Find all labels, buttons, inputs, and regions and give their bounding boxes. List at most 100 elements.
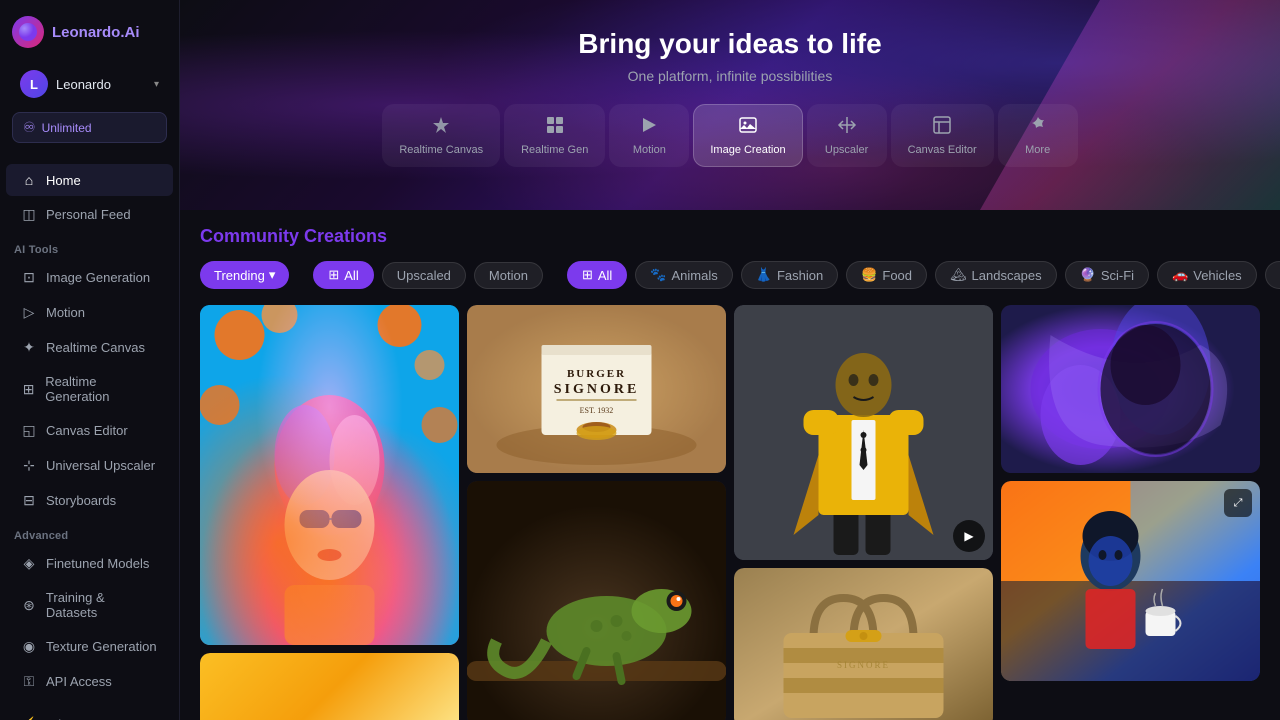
unlimited-button[interactable]: ♾ Unlimited [12,112,167,143]
content-area: Community Creations Trending ▾ ⊞ All Ups… [180,210,1280,720]
filter-label: Vehicles [1193,268,1241,283]
image-grid: BURGER SIGNORE EST. 1932 [200,305,1260,720]
sidebar-item-label: Canvas Editor [46,423,128,438]
image-card-abstract-blue[interactable] [1001,305,1260,473]
sidebar-item-label: Storyboards [46,493,116,508]
sidebar-item-label: Training & Datasets [46,590,159,620]
sidebar-item-personal-feed[interactable]: ◫ Personal Feed [6,198,173,231]
sidebar-item-label: Finetuned Models [46,556,149,571]
filter-food[interactable]: 🍔 Food [846,261,927,289]
filter-upscaled[interactable]: Upscaled [382,262,466,289]
sidebar-item-label: Realtime Canvas [46,340,145,355]
chevron-down-icon: ▾ [154,79,159,90]
filter-scifi[interactable]: 🔮 Sci-Fi [1065,261,1149,289]
tab-image-creation[interactable]: Image Creation [693,104,802,167]
all2-icon: ⊞ [582,267,593,283]
tab-label: Realtime Canvas [399,144,483,156]
user-menu[interactable]: L Leonardo ▾ [8,64,171,104]
filter-vehicles[interactable]: 🚗 Vehicles [1157,261,1257,289]
tab-label: Realtime Gen [521,144,588,156]
filter-all-first[interactable]: ⊞ All [313,261,373,289]
logo[interactable]: Leonardo.Ai [0,0,179,64]
filter-label: All [344,268,358,283]
tab-motion[interactable]: Motion [609,104,689,167]
tab-label: More [1025,144,1050,156]
hero-subtitle: One platform, infinite possibilities [628,68,833,84]
community-title-highlight: Community [200,226,299,246]
tab-upscaler[interactable]: Upscaler [807,104,887,167]
chevron-down-icon: ▾ [269,267,276,283]
tab-label: Upscaler [825,144,868,156]
sidebar-item-canvas-editor[interactable]: ◱ Canvas Editor [6,414,173,447]
sidebar-item-realtime-canvas[interactable]: ✦ Realtime Canvas [6,331,173,364]
scifi-icon: 🔮 [1080,267,1096,283]
sidebar-item-label: Home [46,173,81,188]
motion-icon: ▷ [20,304,38,321]
filter-label: Landscapes [972,268,1042,283]
sidebar-item-finetuned-models[interactable]: ◈ Finetuned Models [6,547,173,580]
filter-label: Food [882,268,912,283]
tab-realtime-gen[interactable]: Realtime Gen [504,104,605,167]
tab-canvas-editor[interactable]: Canvas Editor [891,104,994,167]
upscaler-tab-icon [837,115,857,140]
image-card-bottom1[interactable] [200,653,459,720]
sidebar-item-image-generation[interactable]: ⊡ Image Generation [6,261,173,294]
realtime-canvas-icon: ✦ [20,339,38,356]
filter-label: Motion [489,268,528,283]
main-content: Bring your ideas to life One platform, i… [180,0,1280,720]
animals-icon: 🐾 [650,267,666,283]
image-card-chameleon[interactable] [467,481,726,720]
filter-motion[interactable]: Motion [474,262,543,289]
sidebar-item-training-datasets[interactable]: ⊛ Training & Datasets [6,582,173,628]
sidebar-item-label: Image Generation [46,270,150,285]
sidebar-item-whats-new[interactable]: ⚡ What's New [6,708,173,720]
filter-label: Animals [672,268,718,283]
sidebar-item-label: Realtime Generation [45,374,159,404]
fashion-icon: 👗 [756,267,772,283]
image-card-colorful-woman[interactable] [200,305,459,645]
tool-tabs: Realtime Canvas Realtime Gen [382,104,1077,167]
filter-landscapes[interactable]: 🏔 Landscapes [935,261,1057,289]
filter-label: All [598,268,612,283]
sidebar-item-motion[interactable]: ▷ Motion [6,296,173,329]
sidebar: Leonardo.Ai L Leonardo ▾ ♾ Unlimited ⌂ H… [0,0,180,720]
trending-dropdown[interactable]: Trending ▾ [200,261,289,289]
finetuned-icon: ◈ [20,555,38,572]
hero-title: Bring your ideas to life [578,28,881,60]
sidebar-item-universal-upscaler[interactable]: ⊹ Universal Upscaler [6,449,173,482]
sidebar-item-storyboards[interactable]: ⊟ Storyboards [6,484,173,517]
image-generation-icon: ⊡ [20,269,38,286]
realtime-gen-tab-icon [545,115,565,140]
username: Leonardo [56,77,146,92]
landscapes-icon: 🏔 [950,267,967,283]
filter-all-second[interactable]: ⊞ All [567,261,627,289]
trending-label: Trending [214,268,265,283]
food-icon: 🍔 [861,267,877,283]
tab-label: Image Creation [710,144,785,156]
filter-anime[interactable]: ⭐ Anime [1265,261,1280,289]
api-icon: ⚿ [20,673,38,690]
logo-avatar [12,16,44,48]
filter-fashion[interactable]: 👗 Fashion [741,261,838,289]
filter-animals[interactable]: 🐾 Animals [635,261,732,289]
image-card-handbag[interactable]: SIGNORE [734,568,993,720]
filter-label: Sci-Fi [1101,268,1134,283]
canvas-editor-icon: ◱ [20,422,38,439]
advanced-section-title: Advanced [0,518,179,546]
sidebar-item-label: API Access [46,674,112,689]
logo-name: Leonardo [52,24,120,41]
hero-section: Bring your ideas to life One platform, i… [180,0,1280,210]
texture-icon: ◉ [20,638,38,655]
image-card-burger[interactable]: BURGER SIGNORE EST. 1932 [467,305,726,473]
community-title-rest: Creations [299,226,387,246]
image-card-yellow-suit[interactable]: ▶ [734,305,993,560]
tab-more[interactable]: More [998,104,1078,167]
image-card-woman-art[interactable]: ⤢ [1001,481,1260,681]
grid-column-3: ▶ [734,305,993,720]
sidebar-item-home[interactable]: ⌂ Home [6,164,173,196]
tab-realtime-canvas[interactable]: Realtime Canvas [382,104,500,167]
sidebar-item-api-access[interactable]: ⚿ API Access [6,665,173,698]
sidebar-item-texture-generation[interactable]: ◉ Texture Generation [6,630,173,663]
grid-column-4: ⤢ [1001,305,1260,720]
sidebar-item-realtime-generation[interactable]: ⊞ Realtime Generation [6,366,173,412]
